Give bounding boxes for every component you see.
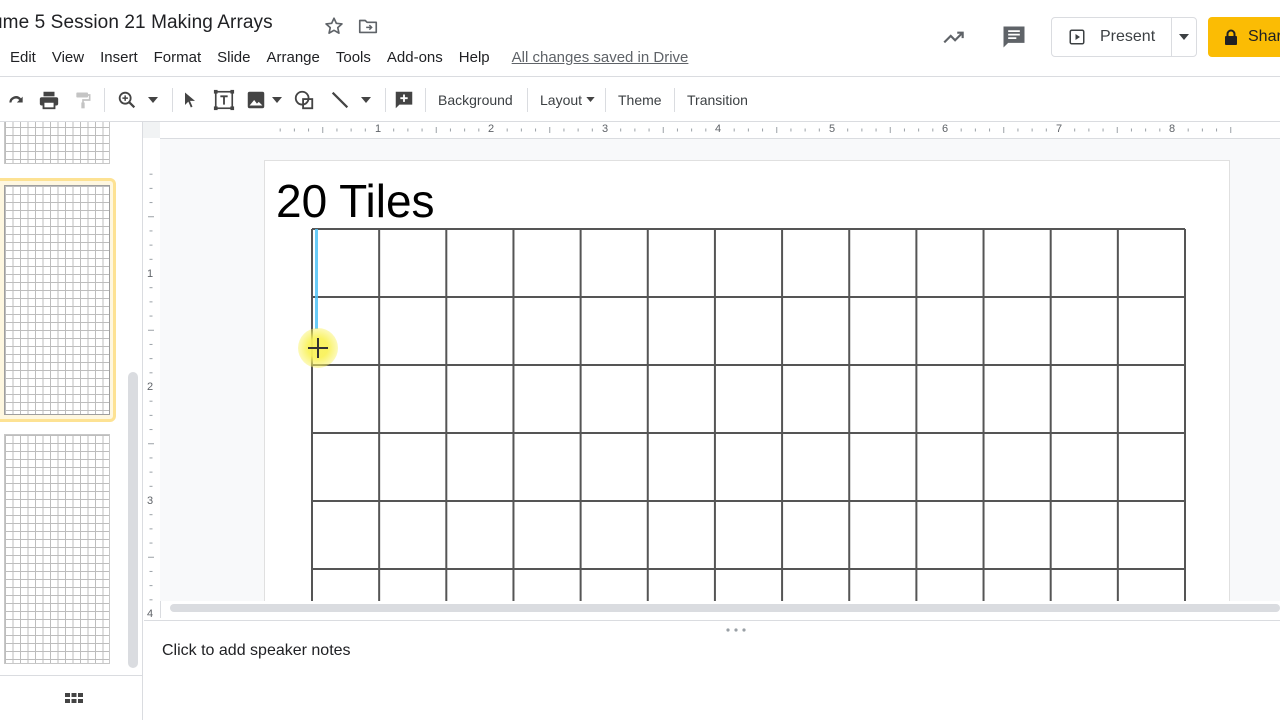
menu-add-ons[interactable]: Add-ons bbox=[379, 46, 451, 70]
ruler-label: 1 bbox=[147, 268, 154, 280]
present-label: Present bbox=[1100, 28, 1156, 45]
ruler-label: 2 bbox=[488, 123, 495, 135]
toolbar-separator bbox=[605, 88, 606, 112]
transition-button[interactable]: Transition bbox=[687, 90, 748, 110]
line-dropdown-chevron-icon[interactable] bbox=[354, 88, 378, 112]
ruler-label: 4 bbox=[147, 608, 154, 620]
save-status-link[interactable]: All changes saved in Drive bbox=[512, 46, 689, 70]
ruler-label: 6 bbox=[942, 123, 949, 135]
grid-view-icon[interactable] bbox=[64, 688, 84, 708]
toolbar-separator bbox=[104, 88, 105, 112]
share-button[interactable]: Shar bbox=[1208, 17, 1280, 57]
slide-thumbnail[interactable] bbox=[0, 430, 116, 668]
tile-grid-image[interactable] bbox=[264, 160, 1230, 601]
add-comment-icon[interactable] bbox=[392, 88, 416, 112]
toolbar-separator bbox=[425, 88, 426, 112]
layout-chevron-down-icon[interactable] bbox=[583, 91, 597, 107]
background-button[interactable]: Background bbox=[438, 90, 513, 110]
menu-tools[interactable]: Tools bbox=[328, 46, 379, 70]
menu-format[interactable]: Format bbox=[146, 46, 210, 70]
zoom-dropdown-chevron-icon[interactable] bbox=[141, 88, 165, 112]
layout-button[interactable]: Layout bbox=[540, 90, 582, 110]
move-to-folder-icon[interactable] bbox=[357, 15, 379, 37]
thumbnail-preview bbox=[4, 434, 110, 664]
ruler-label: 2 bbox=[147, 381, 154, 393]
crosshair-cursor-icon bbox=[308, 338, 328, 358]
filmstrip-scrollbar[interactable] bbox=[128, 372, 138, 668]
menu-arrange[interactable]: Arrange bbox=[259, 46, 328, 70]
image-dropdown-chevron-icon[interactable] bbox=[265, 88, 289, 112]
horizontal-ruler[interactable]: 1 2 3 4 5 6 7 8 bbox=[160, 122, 1280, 139]
slide-filmstrip bbox=[0, 122, 143, 720]
lock-icon bbox=[1224, 29, 1238, 45]
ruler-label: 5 bbox=[829, 123, 836, 135]
ruler-label: 8 bbox=[1169, 123, 1176, 135]
speaker-notes-placeholder[interactable]: Click to add speaker notes bbox=[162, 642, 351, 660]
ruler-corner bbox=[143, 122, 160, 138]
paint-format-icon[interactable] bbox=[71, 88, 95, 112]
menu-slide[interactable]: Slide bbox=[209, 46, 258, 70]
canvas-horizontal-scrollbar[interactable] bbox=[170, 604, 1280, 612]
vertical-ruler[interactable]: 1 2 3 4 bbox=[143, 138, 161, 620]
filmstrip-footer-divider bbox=[0, 675, 143, 676]
shape-icon[interactable] bbox=[292, 88, 316, 112]
menu-edit[interactable]: Edit bbox=[0, 46, 44, 70]
thumbnail-preview bbox=[4, 185, 110, 415]
star-icon[interactable] bbox=[323, 15, 345, 37]
share-label: Shar bbox=[1248, 28, 1280, 45]
menu-view[interactable]: View bbox=[44, 46, 92, 70]
line-icon[interactable] bbox=[328, 88, 352, 112]
toolbar-separator bbox=[674, 88, 675, 112]
document-title[interactable]: ume 5 Session 21 Making Arrays bbox=[0, 12, 273, 34]
ruler-label: 3 bbox=[602, 123, 609, 135]
present-button[interactable]: Present bbox=[1051, 17, 1172, 57]
slide-thumbnail-selected[interactable] bbox=[0, 178, 116, 422]
ruler-label: 1 bbox=[375, 123, 382, 135]
slide-thumbnail[interactable] bbox=[0, 122, 116, 170]
header-divider bbox=[0, 76, 1280, 77]
chevron-down-icon bbox=[1179, 34, 1189, 40]
present-icon bbox=[1068, 28, 1086, 46]
text-box-icon[interactable] bbox=[212, 88, 236, 112]
selection-guide-line bbox=[315, 229, 318, 329]
toolbar-separator bbox=[527, 88, 528, 112]
toolbar-separator bbox=[385, 88, 386, 112]
slide[interactable]: 20 Tiles bbox=[264, 160, 1230, 601]
menu-help[interactable]: Help bbox=[451, 46, 498, 70]
menu-bar: Edit View Insert Format Slide Arrange To… bbox=[0, 46, 688, 70]
notes-resize-grip-icon[interactable] bbox=[722, 620, 750, 632]
thumbnail-preview bbox=[4, 122, 110, 164]
slide-viewport: 20 Tiles bbox=[264, 160, 1230, 601]
ruler-label: 3 bbox=[147, 495, 154, 507]
speaker-notes-panel[interactable] bbox=[144, 620, 1280, 721]
menu-insert[interactable]: Insert bbox=[92, 46, 146, 70]
zoom-icon[interactable] bbox=[115, 88, 139, 112]
print-icon[interactable] bbox=[37, 88, 61, 112]
redo-icon[interactable] bbox=[4, 88, 28, 112]
ruler-label: 4 bbox=[715, 123, 722, 135]
comment-history-icon[interactable] bbox=[999, 22, 1029, 52]
present-options-dropdown[interactable] bbox=[1171, 17, 1197, 57]
theme-button[interactable]: Theme bbox=[618, 90, 662, 110]
select-cursor-icon[interactable] bbox=[178, 88, 202, 112]
activity-dashboard-icon[interactable] bbox=[939, 22, 969, 52]
ruler-label: 7 bbox=[1056, 123, 1063, 135]
toolbar-separator bbox=[172, 88, 173, 112]
